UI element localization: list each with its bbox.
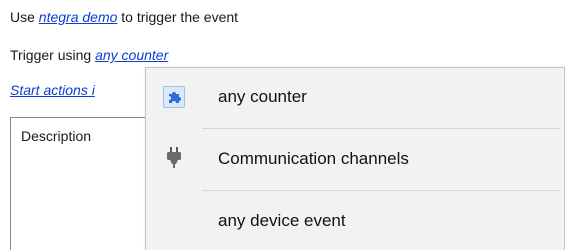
puzzle-icon [163,86,185,108]
menu-item-any-counter[interactable]: any counter [146,68,564,126]
trigger-type-menu: any counter Communication channels any d… [145,67,565,250]
menu-item-communication-channels[interactable]: Communication channels [146,130,564,188]
trigger-using-line: Trigger using any counter [10,47,168,63]
description-label: Description [21,128,92,144]
menu-item-label: Communication channels [218,149,409,168]
device-link[interactable]: ntegra demo [39,9,118,25]
menu-separator [202,128,560,129]
menu-item-any-device-event[interactable]: any device event [146,192,564,250]
use-device-line: Use ntegra demo to trigger the event [10,9,238,25]
start-actions-line: Start actions i [10,82,95,98]
menu-item-label: any counter [218,87,307,106]
plug-icon [166,146,182,173]
event-trigger-panel: Use ntegra demo to trigger the event Tri… [0,0,565,250]
use-suffix-text: to trigger the event [121,9,239,25]
use-prefix-text: Use [10,9,35,25]
trigger-type-link[interactable]: any counter [95,47,168,63]
menu-item-label: any device event [218,211,346,230]
start-actions-link[interactable]: Start actions i [10,82,95,98]
trigger-using-text: Trigger using [10,47,92,63]
menu-separator [202,190,560,191]
